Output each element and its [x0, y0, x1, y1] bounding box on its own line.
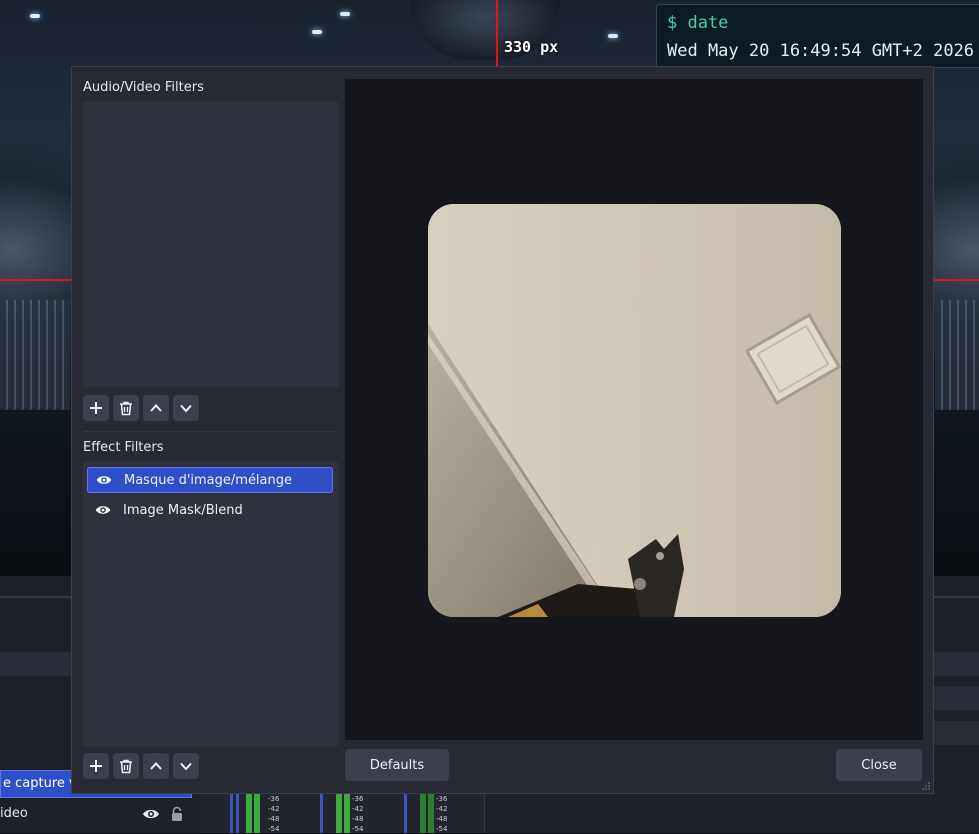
guide-line-vertical [496, 0, 498, 66]
meter-scale-label: -42 [268, 805, 280, 813]
move-effect-filter-down-button[interactable] [173, 753, 199, 779]
remove-audio-filter-button[interactable] [113, 395, 139, 421]
meter-scale-label: -42 [436, 805, 448, 813]
meter-scale-label: -48 [268, 815, 280, 823]
ceiling-light [30, 14, 40, 18]
source-item-label: ideo [0, 806, 28, 821]
section-divider [83, 431, 338, 432]
ceiling-light [340, 12, 350, 16]
meter-bar [420, 794, 426, 833]
resize-grip-icon[interactable] [921, 781, 931, 791]
meter-bar [230, 794, 233, 833]
ceiling-light [312, 30, 322, 34]
plus-icon [90, 760, 102, 772]
audio-video-filters-title: Audio/Video Filters [83, 80, 204, 95]
meter-scale: -36 -42 -48 -54 [268, 794, 279, 834]
source-item-video[interactable]: ideo [0, 805, 192, 825]
move-audio-filter-down-button[interactable] [173, 395, 199, 421]
terminal-prompt: $ date [667, 13, 729, 33]
effect-filters-title: Effect Filters [83, 440, 164, 455]
meter-bar [344, 794, 350, 833]
meter-bar [254, 794, 260, 833]
meter-bar [320, 794, 323, 833]
meter-bar [246, 794, 252, 833]
eye-icon[interactable] [142, 807, 160, 825]
terminal-output: Wed May 20 16:49:54 GMT+2 2026 [667, 41, 975, 61]
add-audio-filter-button[interactable] [83, 395, 109, 421]
meter-scale: -36 -42 -48 -54 [436, 794, 447, 834]
plus-icon [90, 402, 102, 414]
meter-scale-label: -42 [352, 805, 364, 813]
trash-icon [120, 401, 132, 416]
audio-video-filters-list[interactable] [83, 102, 338, 387]
terminal-window: $ date Wed May 20 16:49:54 GMT+2 2026 [656, 4, 979, 68]
camera-scene-drawing [428, 204, 841, 617]
lock-icon[interactable] [170, 806, 184, 826]
dock-band [934, 686, 979, 710]
effect-filters-list: Masque d'image/mélange Image Mask/Blend [83, 462, 338, 746]
audio-mixer-meters: -36 -42 -48 -54 -36 -42 -48 -54 -36 -42 … [200, 790, 741, 834]
close-button[interactable]: Close [836, 749, 922, 781]
chevron-up-icon [150, 404, 162, 412]
move-audio-filter-up-button[interactable] [143, 395, 169, 421]
remove-effect-filter-button[interactable] [113, 753, 139, 779]
meter-scale: -36 -42 -48 -54 [352, 794, 363, 834]
console-panel-left [0, 300, 70, 410]
guide-line-horizontal-left [0, 279, 72, 281]
effect-filter-label: Image Mask/Blend [123, 502, 243, 518]
guide-line-horizontal-right [933, 279, 979, 281]
chevron-down-icon [180, 404, 192, 413]
meter-bar [336, 794, 342, 833]
meter-bar [404, 794, 407, 833]
eye-icon[interactable] [95, 502, 111, 518]
effect-filter-item[interactable]: Masque d'image/mélange [87, 467, 333, 493]
eye-icon[interactable] [96, 472, 112, 488]
dock-band [934, 721, 979, 745]
meter-bar [236, 794, 239, 833]
add-effect-filter-button[interactable] [83, 753, 109, 779]
move-effect-filter-up-button[interactable] [143, 753, 169, 779]
meter-scale-label: -36 [352, 795, 364, 803]
meter-bar [428, 794, 434, 833]
chevron-down-icon [180, 762, 192, 771]
effect-filter-item[interactable]: Image Mask/Blend [87, 497, 333, 523]
console-panel-right [935, 300, 979, 410]
chevron-up-icon [150, 762, 162, 770]
meter-scale-label: -36 [268, 795, 280, 803]
camera-preview-image [428, 204, 841, 617]
filter-preview [345, 79, 923, 740]
meter-scale-label: -48 [436, 815, 448, 823]
trash-icon [120, 759, 132, 774]
mixer-empty-area [484, 790, 741, 833]
meter-scale-label: -48 [352, 815, 364, 823]
effect-filter-label: Masque d'image/mélange [124, 472, 293, 488]
defaults-button[interactable]: Defaults [345, 749, 449, 781]
meter-scale-label: -36 [436, 795, 448, 803]
measure-label: 330 px [504, 38, 559, 56]
filters-dialog: Audio/Video Filters Effect Filters Masqu… [71, 66, 934, 794]
ceiling-light [608, 34, 618, 38]
